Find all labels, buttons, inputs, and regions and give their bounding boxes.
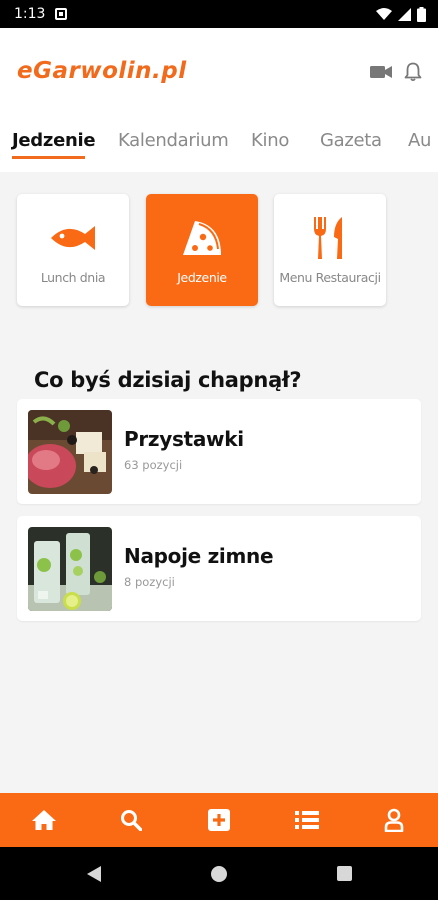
nav-profile[interactable] — [350, 793, 438, 847]
drinks-thumbnail — [28, 527, 112, 611]
system-navigation-bar — [0, 847, 438, 900]
status-bar: 1:13 — [0, 0, 438, 28]
menu-item-name: Przystawki — [124, 427, 244, 451]
home-icon — [31, 810, 56, 830]
wifi-icon — [376, 7, 392, 20]
category-label: Menu Restauracji — [279, 270, 381, 285]
list-icon — [294, 811, 319, 829]
category-label: Lunch dnia — [40, 270, 106, 285]
tab-kino[interactable]: Kino — [251, 130, 289, 151]
nav-add[interactable] — [175, 793, 263, 847]
category-menu-restauracji[interactable]: Menu Restauracji — [274, 194, 386, 306]
add-icon — [207, 809, 230, 831]
app-header: eGarwolin.pl — [0, 28, 438, 120]
tab-gazeta[interactable]: Gazeta — [320, 130, 382, 151]
nav-home[interactable] — [0, 793, 88, 847]
status-time: 1:13 — [14, 6, 46, 22]
pizza-icon — [183, 221, 221, 255]
category-jedzenie[interactable]: Jedzenie — [146, 194, 258, 306]
section-title: Co byś dzisiaj chapnął? — [34, 368, 302, 392]
fork-knife-icon — [314, 217, 342, 259]
menu-item-name: Napoje zimne — [124, 544, 274, 568]
status-icons — [376, 6, 426, 22]
home-button-icon[interactable] — [211, 866, 227, 882]
recent-apps-icon[interactable] — [337, 866, 352, 881]
category-lunch-dnia[interactable]: Lunch dnia — [17, 194, 129, 306]
menu-item-przystawki[interactable]: Przystawki 63 pozycji — [17, 399, 421, 504]
user-icon — [384, 808, 404, 832]
back-icon[interactable] — [86, 865, 102, 883]
tab-kalendarium[interactable]: Kalendarium — [118, 130, 229, 151]
tab-au[interactable]: Au — [408, 130, 431, 151]
fish-icon — [51, 226, 95, 250]
signal-icon — [398, 7, 411, 21]
bell-icon[interactable] — [404, 62, 422, 82]
notification-icon — [55, 8, 68, 20]
appetizer-thumbnail — [28, 410, 112, 494]
menu-item-napoje-zimne[interactable]: Napoje zimne 8 pozycji — [17, 516, 421, 621]
video-camera-icon[interactable] — [370, 64, 392, 80]
menu-item-count: 63 pozycji — [124, 458, 183, 472]
nav-list[interactable] — [263, 793, 351, 847]
tab-bar: Jedzenie Kalendarium Kino Gazeta Au — [0, 120, 438, 172]
search-icon — [121, 810, 143, 831]
category-label: Jedzenie — [177, 270, 227, 285]
tab-jedzenie[interactable]: Jedzenie — [12, 130, 96, 151]
nav-search[interactable] — [88, 793, 176, 847]
active-tab-indicator — [12, 156, 85, 159]
battery-icon — [417, 6, 426, 22]
menu-item-count: 8 pozycji — [124, 575, 175, 589]
app-logo[interactable]: eGarwolin.pl — [17, 58, 187, 84]
bottom-navigation — [0, 793, 438, 847]
category-row: Lunch dnia Jedzenie Menu Restauracji — [17, 194, 437, 306]
